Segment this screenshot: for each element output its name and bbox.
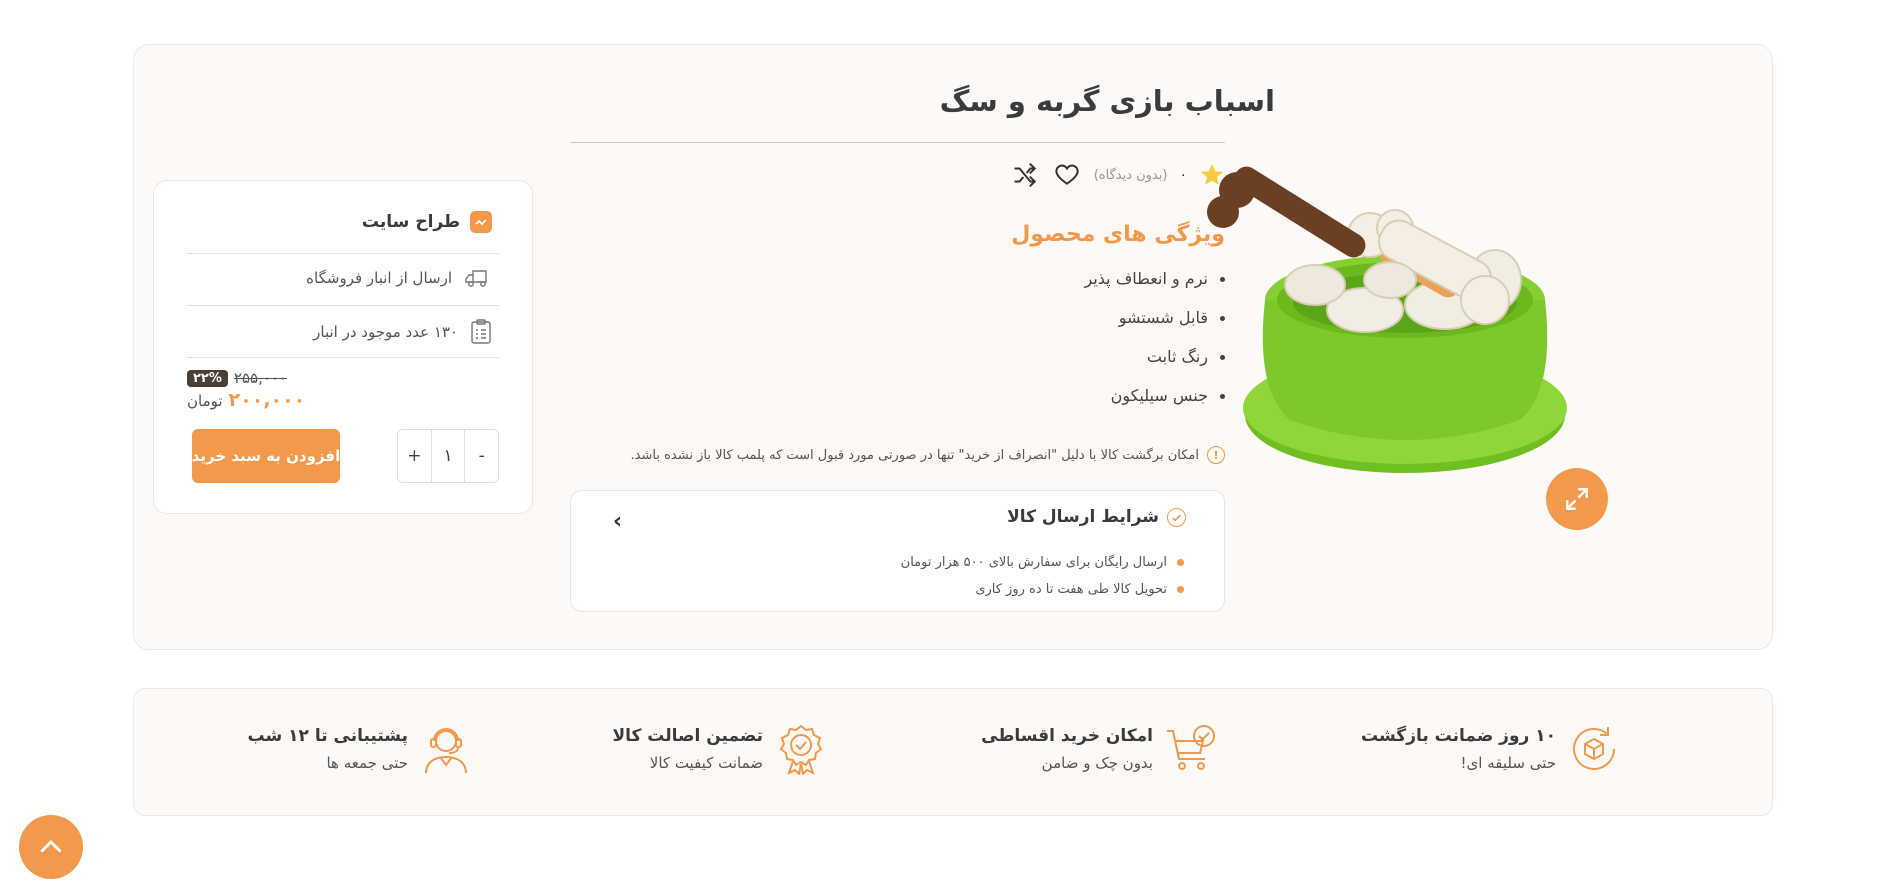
service-title: پشتیبانی تا ۱۲ شب: [247, 726, 408, 746]
shipping-title: شرایط ارسال کالا: [1007, 507, 1159, 527]
new-price: ۲۰۰,۰۰۰: [228, 389, 306, 411]
price-block: ۲۲% ۲۵۵,۰۰۰ ۲۰۰,۰۰۰ تومان: [187, 369, 387, 411]
cart-check-icon: [1167, 725, 1215, 770]
truck-icon: [465, 270, 487, 287]
feature-item: رنگ ثابت: [1084, 344, 1225, 383]
box-return-icon: [1573, 727, 1615, 770]
seller-logo-icon: [470, 211, 492, 233]
product-title: اسباب بازی گربه و سگ: [939, 84, 1275, 118]
badge-check-icon: [779, 724, 823, 775]
heart-icon: [1055, 164, 1079, 185]
expand-icon: [1566, 488, 1588, 510]
bullet: [1220, 394, 1225, 399]
feature-text: قابل شستشو: [1118, 308, 1208, 327]
return-policy-note: ! امکان برگشت کالا با دلیل "انصراف از خر…: [631, 446, 1225, 464]
seller-name[interactable]: طراح سایت: [362, 212, 460, 232]
service-item-support: پشتیبانی تا ۱۲ شب حتی جمعه ها: [248, 723, 472, 775]
features-list: نرم و انعطاف پذیر قابل شستشو رنگ ثابت جن…: [1084, 266, 1225, 422]
quantity-stepper[interactable]: + ۱ -: [397, 429, 499, 483]
shipping-from-text: ارسال از انبار فروشگاه: [306, 269, 452, 287]
shipping-from-row: ارسال از انبار فروشگاه: [306, 267, 492, 289]
feature-item: جنس سیلیکون: [1084, 383, 1225, 422]
features-title: ویژگی های محصول: [1011, 222, 1225, 247]
service-subtitle: بدون چک و ضامن: [1041, 754, 1153, 772]
quantity-increase-button[interactable]: +: [398, 430, 431, 482]
chevron-left-icon[interactable]: ‹: [613, 509, 622, 534]
service-text: امکان خرید اقساطی بدون چک و ضامن: [981, 726, 1153, 772]
bullet: [1220, 277, 1225, 282]
service-text: ۱۰ روز ضمانت بازگشت حتی سلیقه ای!: [1361, 726, 1556, 772]
service-title: امکان خرید اقساطی: [981, 726, 1153, 746]
service-title: تضمین اصالت کالا: [612, 726, 763, 746]
product-image[interactable]: [1195, 160, 1585, 490]
shipping-conditions-card[interactable]: شرایط ارسال کالا ‹ ارسال رایگان برای سفا…: [570, 490, 1225, 612]
feature-text: نرم و انعطاف پذیر: [1084, 269, 1208, 288]
shipping-item: تحویل کالا طی هفت تا ده روز کاری: [901, 576, 1184, 603]
title-divider: [570, 142, 1225, 143]
old-price: ۲۵۵,۰۰۰: [233, 369, 288, 387]
shipping-item-text: تحویل کالا طی هفت تا ده روز کاری: [975, 582, 1167, 597]
reviews-count[interactable]: (بدون دیدگاه): [1094, 168, 1168, 183]
services-bar: ۱۰ روز ضمانت بازگشت حتی سلیقه ای! امکان …: [133, 688, 1773, 816]
shipping-item-text: ارسال رایگان برای سفارش بالای ۵۰۰ هزار ت…: [900, 555, 1167, 570]
buy-box: طراح سایت ارسال از انبار فروشگاه ۱۳۰ عدد…: [153, 180, 533, 514]
check-circle-icon: [1167, 507, 1186, 527]
bullet: [1220, 355, 1225, 360]
service-title: ۱۰ روز ضمانت بازگشت: [1361, 726, 1556, 746]
chevron-up-icon: [40, 840, 62, 853]
service-item-return: ۱۰ روز ضمانت بازگشت حتی سلیقه ای!: [1361, 723, 1620, 775]
service-text: تضمین اصالت کالا ضمانت کیفیت کالا: [612, 726, 763, 772]
service-item-authenticity: تضمین اصالت کالا ضمانت کیفیت کالا: [612, 723, 827, 775]
return-policy-text: امکان برگشت کالا با دلیل "انصراف از خرید…: [630, 447, 1199, 463]
info-icon: !: [1207, 446, 1225, 464]
bullet: [1177, 559, 1184, 566]
old-price-row: ۲۲% ۲۵۵,۰۰۰: [187, 369, 387, 387]
quantity-decrease-button[interactable]: -: [465, 430, 498, 482]
divider: [187, 253, 500, 254]
service-subtitle: حتی سلیقه ای!: [1460, 754, 1556, 772]
service-text: پشتیبانی تا ۱۲ شب حتی جمعه ها: [248, 726, 408, 772]
scroll-to-top-button[interactable]: [19, 815, 83, 879]
support-agent-icon: [425, 728, 467, 774]
quantity-input[interactable]: ۱: [430, 430, 466, 482]
new-price-row: ۲۰۰,۰۰۰ تومان: [187, 389, 307, 411]
discount-badge: ۲۲%: [187, 369, 228, 387]
service-item-installment: امکان خرید اقساطی بدون چک و ضامن: [981, 723, 1217, 775]
shuffle-icon: [1014, 163, 1036, 187]
bullet: [1220, 316, 1225, 321]
star-icon: [1201, 164, 1223, 185]
clipboard-icon: [471, 319, 491, 344]
service-subtitle: حتی جمعه ها: [326, 754, 408, 772]
stock-text: ۱۳۰ عدد موجود در انبار: [313, 323, 458, 341]
product-meta-row: ۰ (بدون دیدگاه): [1010, 160, 1225, 190]
compare-button[interactable]: [1010, 160, 1040, 190]
feature-item: نرم و انعطاف پذیر: [1084, 266, 1225, 305]
shipping-item: ارسال رایگان برای سفارش بالای ۵۰۰ هزار ت…: [901, 549, 1184, 576]
feature-text: رنگ ثابت: [1146, 347, 1208, 366]
wishlist-button[interactable]: [1052, 160, 1082, 190]
seller-row: طراح سایت: [362, 211, 492, 233]
currency-label: تومان: [187, 392, 223, 410]
shipping-header: شرایط ارسال کالا: [1007, 507, 1186, 527]
stock-row: ۱۳۰ عدد موجود در انبار: [313, 319, 492, 345]
divider: [187, 305, 500, 306]
bullet: [1177, 586, 1184, 593]
add-to-cart-button[interactable]: افزودن به سبد خرید: [192, 429, 340, 483]
shipping-list: ارسال رایگان برای سفارش بالای ۵۰۰ هزار ت…: [901, 549, 1184, 603]
rating-score: ۰: [1179, 167, 1187, 183]
divider: [187, 357, 500, 358]
zoom-button[interactable]: [1546, 468, 1608, 530]
service-subtitle: ضمانت کیفیت کالا: [649, 754, 763, 772]
feature-item: قابل شستشو: [1084, 305, 1225, 344]
feature-text: جنس سیلیکون: [1110, 386, 1208, 405]
